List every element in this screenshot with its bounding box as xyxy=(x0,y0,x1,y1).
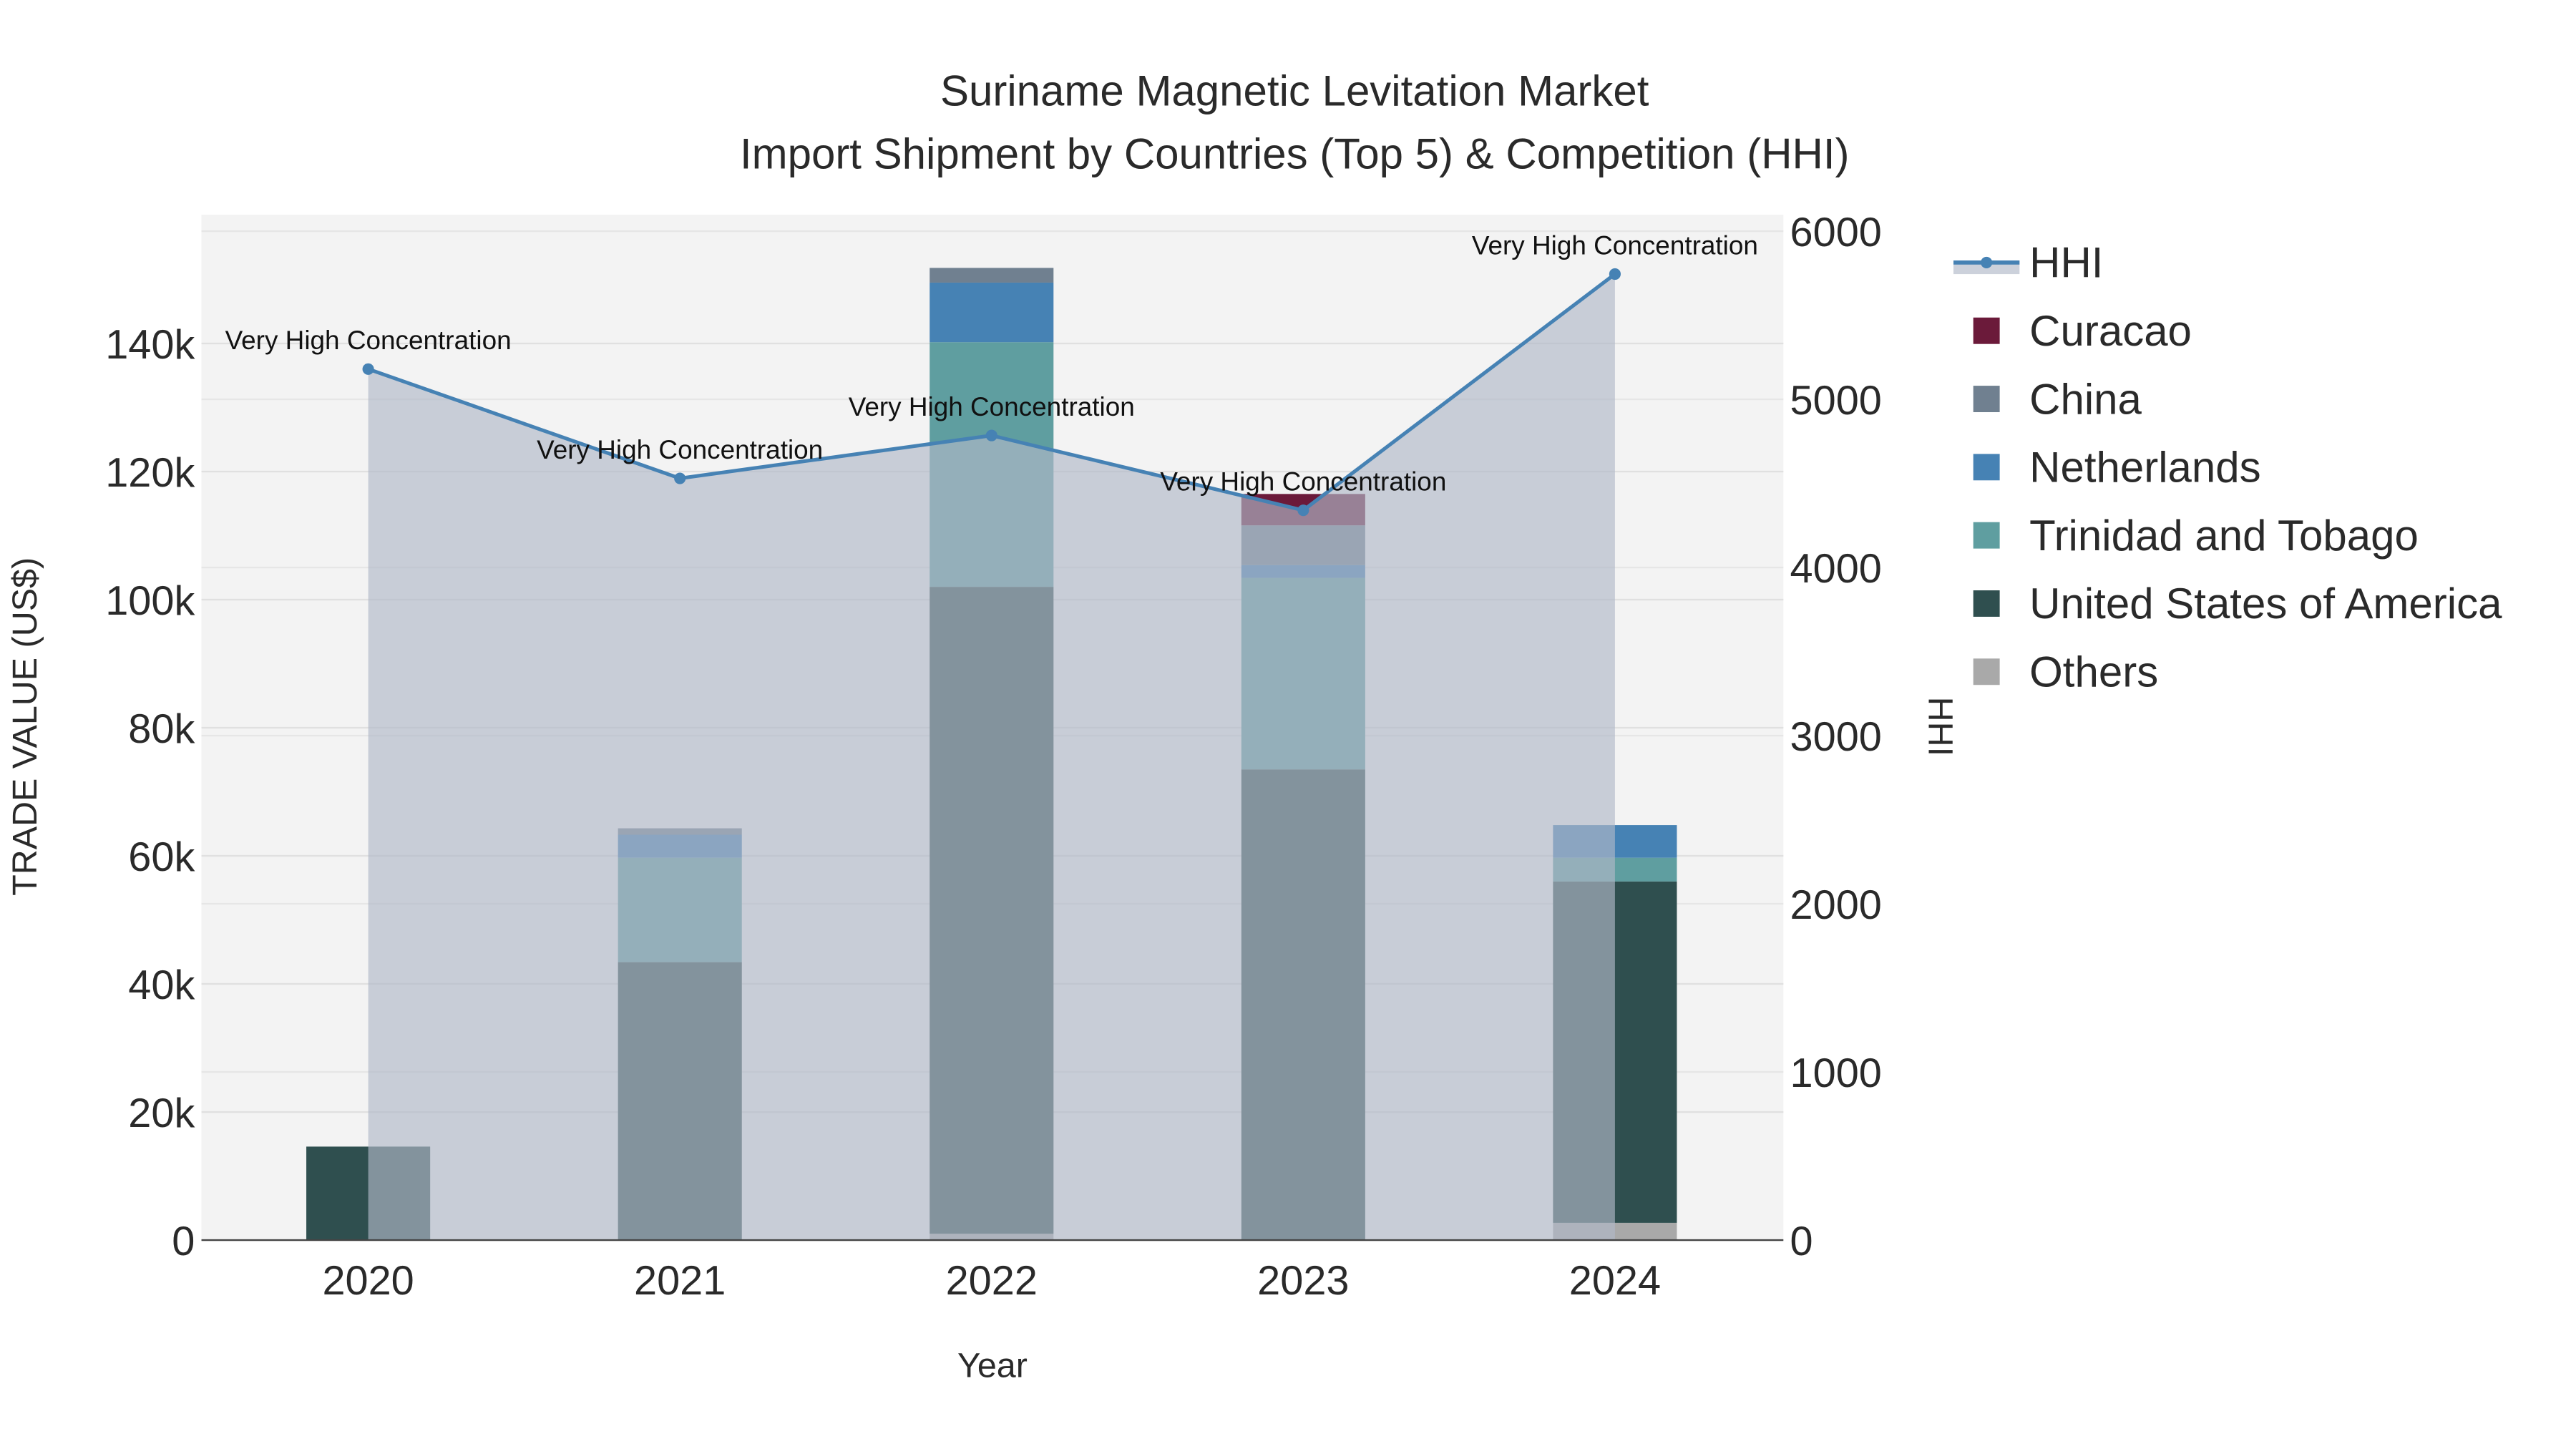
y-tick-label: 20k xyxy=(128,1091,195,1136)
y-tick-label: 120k xyxy=(105,450,195,496)
chart: Suriname Magnetic Levitation Market Impo… xyxy=(6,67,2502,1385)
y2-tick-label: 5000 xyxy=(1790,378,1882,424)
hhi-point xyxy=(362,363,374,375)
annotation: Very High Concentration xyxy=(537,435,823,464)
y2-tick-label: 6000 xyxy=(1790,210,1882,255)
x-tick-label: 2024 xyxy=(1569,1258,1661,1304)
x-axis-title: Year xyxy=(957,1347,1028,1385)
y-tick-label: 0 xyxy=(172,1219,195,1264)
legend-swatch xyxy=(1973,658,2000,686)
legend-swatch xyxy=(1973,317,2000,344)
legend-label: China xyxy=(2029,375,2142,423)
y-axis-title: TRADE VALUE (US$) xyxy=(6,557,44,896)
annotation: Very High Concentration xyxy=(1160,467,1446,496)
annotation: Very High Concentration xyxy=(1472,230,1758,260)
legend-label: HHI xyxy=(2029,239,2103,287)
legend: HHI Curacao China Netherlands Trinidad and T… xyxy=(1953,239,2502,696)
y-tick-label: 140k xyxy=(105,322,195,368)
legend-swatch xyxy=(1973,590,2000,617)
legend-swatch xyxy=(1973,522,2000,549)
hhi-point xyxy=(674,472,686,484)
legend-label: Netherlands xyxy=(2029,444,2261,492)
y-tick-label: 60k xyxy=(128,834,195,880)
hhi-point xyxy=(1297,504,1309,517)
y-axis-ticks: 0 20k 40k 60k 80k 100k 120k 140k xyxy=(105,322,195,1264)
x-tick-label: 2021 xyxy=(634,1258,726,1304)
legend-label: Trinidad and Tobago xyxy=(2029,512,2419,560)
y2-tick-label: 2000 xyxy=(1790,882,1882,928)
legend-swatch xyxy=(1973,454,2000,481)
x-tick-label: 2020 xyxy=(322,1258,414,1304)
x-tick-label: 2022 xyxy=(946,1258,1038,1304)
y2-tick-label: 1000 xyxy=(1790,1050,1882,1096)
x-tick-label: 2023 xyxy=(1257,1258,1349,1304)
legend-label: Others xyxy=(2029,648,2158,696)
y2-axis-ticks: 0 1000 2000 3000 4000 5000 6000 xyxy=(1790,210,1882,1264)
hhi-point xyxy=(1609,268,1621,280)
legend-swatch-hhi-marker xyxy=(1981,256,1993,268)
chart-title-line1: Suriname Magnetic Levitation Market xyxy=(940,67,1649,115)
y2-tick-label: 3000 xyxy=(1790,714,1882,760)
hhi-point xyxy=(985,429,997,441)
bar-china xyxy=(930,268,1054,283)
y2-tick-label: 0 xyxy=(1790,1219,1813,1264)
y2-axis-title: HHI xyxy=(1921,697,1959,756)
y-tick-label: 40k xyxy=(128,962,195,1008)
x-axis-ticks: 2020 2021 2022 2023 2024 xyxy=(322,1258,1661,1304)
legend-label: United States of America xyxy=(2029,580,2502,628)
y2-tick-label: 4000 xyxy=(1790,546,1882,592)
annotation: Very High Concentration xyxy=(225,326,512,355)
bar-netherlands xyxy=(930,282,1054,343)
annotation: Very High Concentration xyxy=(849,392,1135,421)
y-tick-label: 100k xyxy=(105,578,195,624)
y-tick-label: 80k xyxy=(128,706,195,752)
legend-swatch xyxy=(1973,386,2000,412)
legend-label: Curacao xyxy=(2029,307,2192,355)
chart-title-line2: Import Shipment by Countries (Top 5) & C… xyxy=(740,130,1850,177)
